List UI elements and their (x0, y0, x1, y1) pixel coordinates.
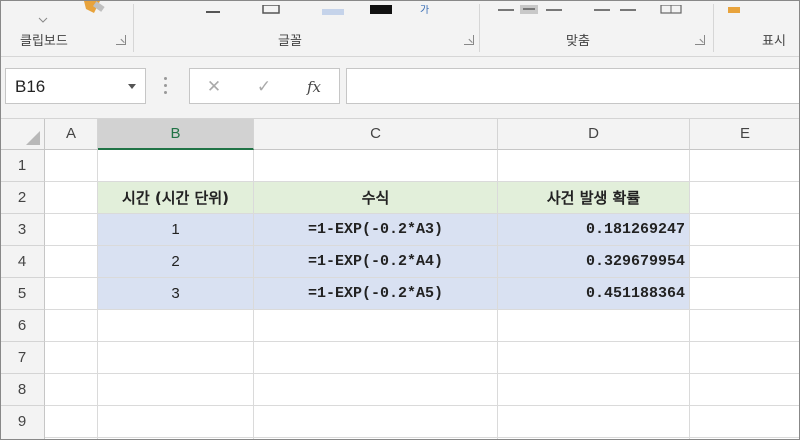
increase-indent-icon[interactable] (620, 0, 638, 11)
time-header: 시간 (시간 단위) (122, 189, 229, 207)
column-header-b[interactable]: B (98, 119, 254, 150)
fill-color-icon[interactable] (322, 0, 346, 15)
phonetic-guide-icon[interactable]: 가 (420, 0, 440, 16)
cell-d4[interactable]: 0.329679954 (498, 246, 689, 277)
align-left-icon[interactable] (498, 0, 516, 11)
insert-function-icon[interactable]: fx (302, 75, 326, 99)
format-painter-dropdown-icon[interactable] (38, 8, 48, 23)
clipboard-group: 클립보드 (0, 0, 133, 57)
probability-header: 사건 발생 확률 (546, 189, 641, 207)
row-header-6[interactable]: 6 (0, 310, 45, 342)
formula-text: =1-EXP(-0.2*A5) (307, 285, 444, 302)
gridline (689, 150, 690, 440)
time-value: 1 (171, 221, 180, 238)
column-header-c[interactable]: C (254, 119, 498, 150)
ribbon: 클립보드 가 글꼴 맞춤 표시 (0, 0, 800, 57)
gridline (45, 309, 800, 310)
cell-d3[interactable]: 0.181269247 (498, 214, 689, 245)
cell-b2[interactable]: 시간 (시간 단위) (98, 182, 253, 213)
cell-c3[interactable]: =1-EXP(-0.2*A3) (254, 214, 497, 245)
chevron-down-icon[interactable] (128, 84, 136, 89)
underline-icon[interactable] (206, 0, 222, 13)
name-box[interactable]: B16 (5, 68, 146, 104)
align-center-icon[interactable] (520, 0, 540, 14)
decrease-indent-icon[interactable] (594, 0, 612, 11)
merge-center-icon[interactable] (660, 0, 684, 14)
gridline (45, 341, 800, 342)
formula-header: 수식 (361, 189, 390, 207)
gridline (45, 405, 800, 406)
formula-text: =1-EXP(-0.2*A4) (307, 253, 444, 270)
alignment-group: 맞춤 (480, 0, 713, 57)
cell-b5[interactable]: 3 (98, 278, 253, 309)
font-launcher-icon[interactable] (464, 35, 474, 45)
svg-text:가: 가 (420, 5, 429, 15)
probability-value: 0.329679954 (585, 253, 685, 270)
cell-d2[interactable]: 사건 발생 확률 (498, 182, 689, 213)
number-group-label: 표시 (762, 34, 786, 49)
alignment-group-label: 맞춤 (566, 34, 590, 49)
gridline (45, 437, 800, 438)
font-group-label: 글꼴 (278, 34, 302, 49)
number-format-icon[interactable] (728, 0, 742, 13)
gridline (45, 373, 800, 374)
probability-value: 0.451188364 (585, 285, 685, 302)
border-icon[interactable] (262, 0, 282, 14)
alignment-launcher-icon[interactable] (695, 35, 705, 45)
row-header-9[interactable]: 9 (0, 406, 45, 440)
row-header-8[interactable]: 8 (0, 374, 45, 406)
number-group: 표시 (714, 0, 800, 57)
column-header-a[interactable]: A (45, 119, 98, 150)
row-header-2[interactable]: 2 (0, 182, 45, 214)
clipboard-group-label: 클립보드 (20, 34, 68, 49)
cell-c4[interactable]: =1-EXP(-0.2*A4) (254, 246, 497, 277)
time-value: 2 (171, 253, 180, 270)
formula-input[interactable] (346, 68, 800, 104)
formula-text: =1-EXP(-0.2*A3) (307, 221, 444, 238)
row-header-3[interactable]: 3 (0, 214, 45, 246)
cell-c2[interactable]: 수식 (254, 182, 497, 213)
formula-bar-splitter[interactable] (164, 77, 167, 95)
row-header-1[interactable]: 1 (0, 150, 45, 182)
column-header-e[interactable]: E (690, 119, 800, 150)
formula-bar: B16 ✕ ✓ fx (0, 57, 800, 119)
font-color-icon[interactable] (370, 0, 394, 14)
time-value: 3 (171, 285, 180, 302)
cell-b3[interactable]: 1 (98, 214, 253, 245)
enter-icon[interactable]: ✓ (252, 75, 276, 99)
clipboard-launcher-icon[interactable] (116, 35, 126, 45)
probability-value: 0.181269247 (585, 221, 685, 238)
cell-b4[interactable]: 2 (98, 246, 253, 277)
cell-d5[interactable]: 0.451188364 (498, 278, 689, 309)
worksheet-grid: A B C D E 1 2 3 4 5 6 7 8 9 시간 (시간 단위) 수… (0, 119, 800, 440)
formula-buttons: ✕ ✓ fx (189, 68, 340, 104)
row-header-5[interactable]: 5 (0, 278, 45, 310)
cancel-icon[interactable]: ✕ (202, 75, 226, 99)
row-header-4[interactable]: 4 (0, 246, 45, 278)
name-box-value: B16 (15, 77, 46, 96)
align-right-icon[interactable] (546, 0, 564, 11)
font-group: 가 글꼴 (134, 0, 479, 57)
column-header-d[interactable]: D (498, 119, 690, 150)
select-all-button[interactable] (0, 119, 45, 150)
format-painter-icon[interactable] (80, 0, 106, 14)
row-header-7[interactable]: 7 (0, 342, 45, 374)
cell-c5[interactable]: =1-EXP(-0.2*A5) (254, 278, 497, 309)
